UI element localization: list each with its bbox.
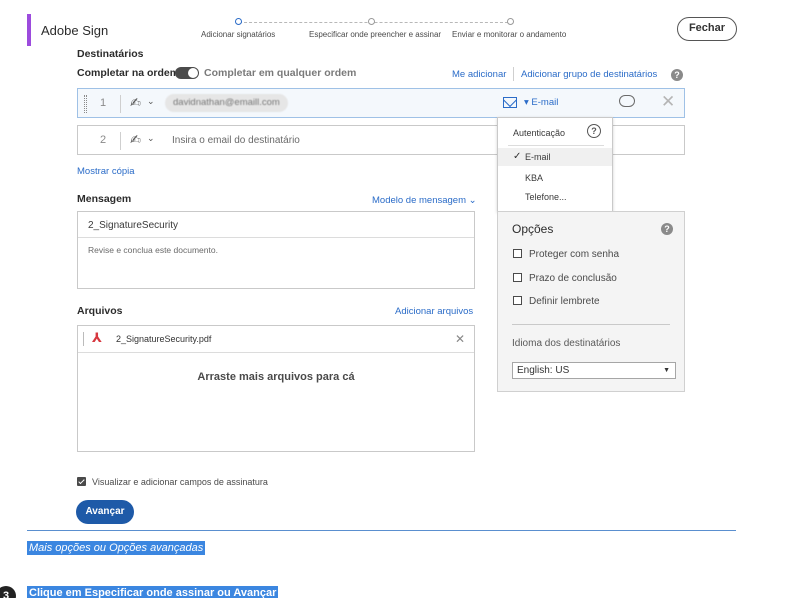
auth-option-label: Telefone... — [525, 192, 567, 202]
auth-option-label: KBA — [525, 173, 544, 183]
step-instruction-text: Clique em Especificar onde assinar ou Av… — [27, 586, 279, 598]
step-label-send-track[interactable]: Enviar e monitorar o andamento — [452, 30, 566, 39]
help-icon[interactable]: ? — [671, 69, 683, 81]
message-section-label: Mensagem — [77, 193, 132, 205]
any-order-label[interactable]: Completar em qualquer ordem — [204, 67, 356, 79]
chevron-down-icon[interactable]: ⌄ — [147, 133, 155, 144]
password-checkbox[interactable] — [513, 249, 522, 258]
file-row-bar — [83, 332, 84, 346]
complete-in-order-label: Completar na ordem — [77, 67, 180, 79]
auth-option-phone[interactable]: Telefone... — [498, 188, 612, 206]
option-label: Proteger com senha — [529, 249, 620, 260]
preview-checkbox-label: Visualizar e adicionar campos de assinat… — [92, 477, 268, 487]
link-separator — [513, 67, 514, 81]
recipient-language-label: Idioma dos destinatários — [512, 338, 621, 349]
auth-method-menu: Autenticação ? ✓ E-mail KBA Telefone... — [497, 117, 613, 212]
drop-files-text: Arraste mais arquivos para cá — [197, 371, 355, 383]
option-label: Definir lembrete — [529, 296, 600, 307]
set-reminder-option[interactable]: Definir lembrete — [513, 296, 600, 307]
question-help-icon[interactable]: ? — [587, 124, 601, 138]
chevron-down-icon[interactable]: ⌄ — [147, 96, 155, 107]
menu-divider — [508, 145, 604, 146]
message-divider — [78, 237, 474, 238]
auth-menu-header: Autenticação — [513, 128, 566, 138]
message-box: 2_SignatureSecurity Revise e conclua est… — [77, 211, 475, 289]
pdf-file-icon: ⅄ — [92, 330, 102, 345]
recipient-row-1[interactable]: 1 ✍ ⌄ davidnathan@emaill.com ▾ E-mail ✕ — [77, 88, 685, 118]
check-icon: ✓ — [513, 151, 522, 162]
checkbox-checked-icon[interactable] — [77, 477, 86, 486]
options-help-icon[interactable]: ? — [661, 223, 673, 235]
remove-recipient-icon[interactable]: ✕ — [661, 92, 675, 112]
bottom-divider — [27, 530, 736, 531]
files-section-label: Arquivos — [77, 305, 123, 317]
drag-handle-icon[interactable] — [84, 95, 87, 113]
password-protect-option[interactable]: Proteger com senha — [513, 249, 619, 260]
message-template-link[interactable]: Modelo de mensagem ⌄ — [372, 195, 477, 206]
preview-add-fields-checkbox[interactable]: Visualizar e adicionar campos de assinat… — [77, 477, 268, 487]
auth-option-email[interactable]: ✓ E-mail — [498, 148, 612, 166]
email-auth-icon[interactable] — [503, 97, 517, 108]
chevron-down-icon: ▼ — [663, 367, 670, 374]
message-subject-input[interactable]: 2_SignatureSecurity — [88, 220, 178, 231]
file-name: 2_SignatureSecurity.pdf — [116, 334, 212, 344]
order-toggle[interactable] — [175, 67, 199, 79]
file-row: ⅄ 2_SignatureSecurity.pdf ✕ — [78, 326, 474, 353]
recipient-order-number[interactable]: 1 — [98, 97, 108, 109]
recipient-email-chip[interactable]: davidnathan@emaill.com — [165, 94, 288, 112]
step-dot-3[interactable] — [507, 18, 514, 25]
signer-role-icon[interactable]: ✍ — [130, 95, 141, 111]
step-label-add-signers[interactable]: Adicionar signatários — [201, 30, 275, 39]
private-message-icon[interactable] — [619, 95, 635, 107]
caption-highlight: Mais opções ou Opções avançadas — [27, 541, 206, 555]
signer-role-icon[interactable]: ✍ — [130, 132, 141, 148]
show-cc-link[interactable]: Mostrar cópia — [77, 166, 135, 177]
toggle-knob — [188, 68, 198, 78]
files-dropzone[interactable]: ⅄ 2_SignatureSecurity.pdf ✕ Arraste mais… — [77, 325, 475, 452]
step-label-specify-where[interactable]: Especificar onde preencher e assinar — [309, 30, 441, 39]
auth-method-label: E-mail — [531, 97, 559, 108]
step-number-badge: 3 — [0, 586, 16, 598]
options-divider — [512, 324, 670, 325]
row-separator — [120, 132, 121, 150]
options-panel: Opções ? Proteger com senha Prazo de con… — [497, 211, 685, 392]
language-value: English: US — [517, 365, 570, 376]
add-group-link[interactable]: Adicionar grupo de destinatários — [521, 69, 657, 80]
auth-option-label: E-mail — [525, 152, 551, 162]
app-title: Adobe Sign — [41, 23, 109, 38]
option-label: Prazo de conclusão — [529, 273, 617, 284]
recipients-section-label: Destinatários — [77, 48, 144, 60]
step-dot-1[interactable] — [235, 18, 242, 25]
app-header: Adobe Sign Adicionar signatários Especif… — [27, 14, 737, 46]
options-title: Opções — [512, 222, 554, 236]
auth-option-kba[interactable]: KBA — [498, 169, 612, 187]
auth-method-dropdown[interactable]: ▾ E-mail — [524, 97, 558, 108]
recipient-order-number[interactable]: 2 — [98, 134, 108, 146]
steps-progress-line — [239, 22, 513, 23]
row-separator — [120, 95, 121, 113]
add-files-link[interactable]: Adicionar arquivos — [395, 306, 473, 317]
completion-deadline-option[interactable]: Prazo de conclusão — [513, 273, 617, 284]
recipient-email-input[interactable]: Insira o email do destinatário — [172, 135, 300, 146]
step-dot-2[interactable] — [368, 18, 375, 25]
chevron-down-icon: ⌄ — [468, 195, 477, 206]
next-button[interactable]: Avançar — [76, 500, 134, 524]
language-select[interactable]: English: US ▼ — [512, 362, 676, 379]
reminder-checkbox[interactable] — [513, 296, 522, 305]
message-body-input[interactable]: Revise e conclua este documento. — [88, 245, 218, 255]
deadline-checkbox[interactable] — [513, 273, 522, 282]
close-button[interactable]: Fechar — [677, 17, 737, 41]
brand-accent-bar — [27, 14, 31, 46]
add-me-link[interactable]: Me adicionar — [452, 69, 506, 80]
message-template-label: Modelo de mensagem — [372, 195, 466, 206]
remove-file-icon[interactable]: ✕ — [455, 332, 465, 346]
